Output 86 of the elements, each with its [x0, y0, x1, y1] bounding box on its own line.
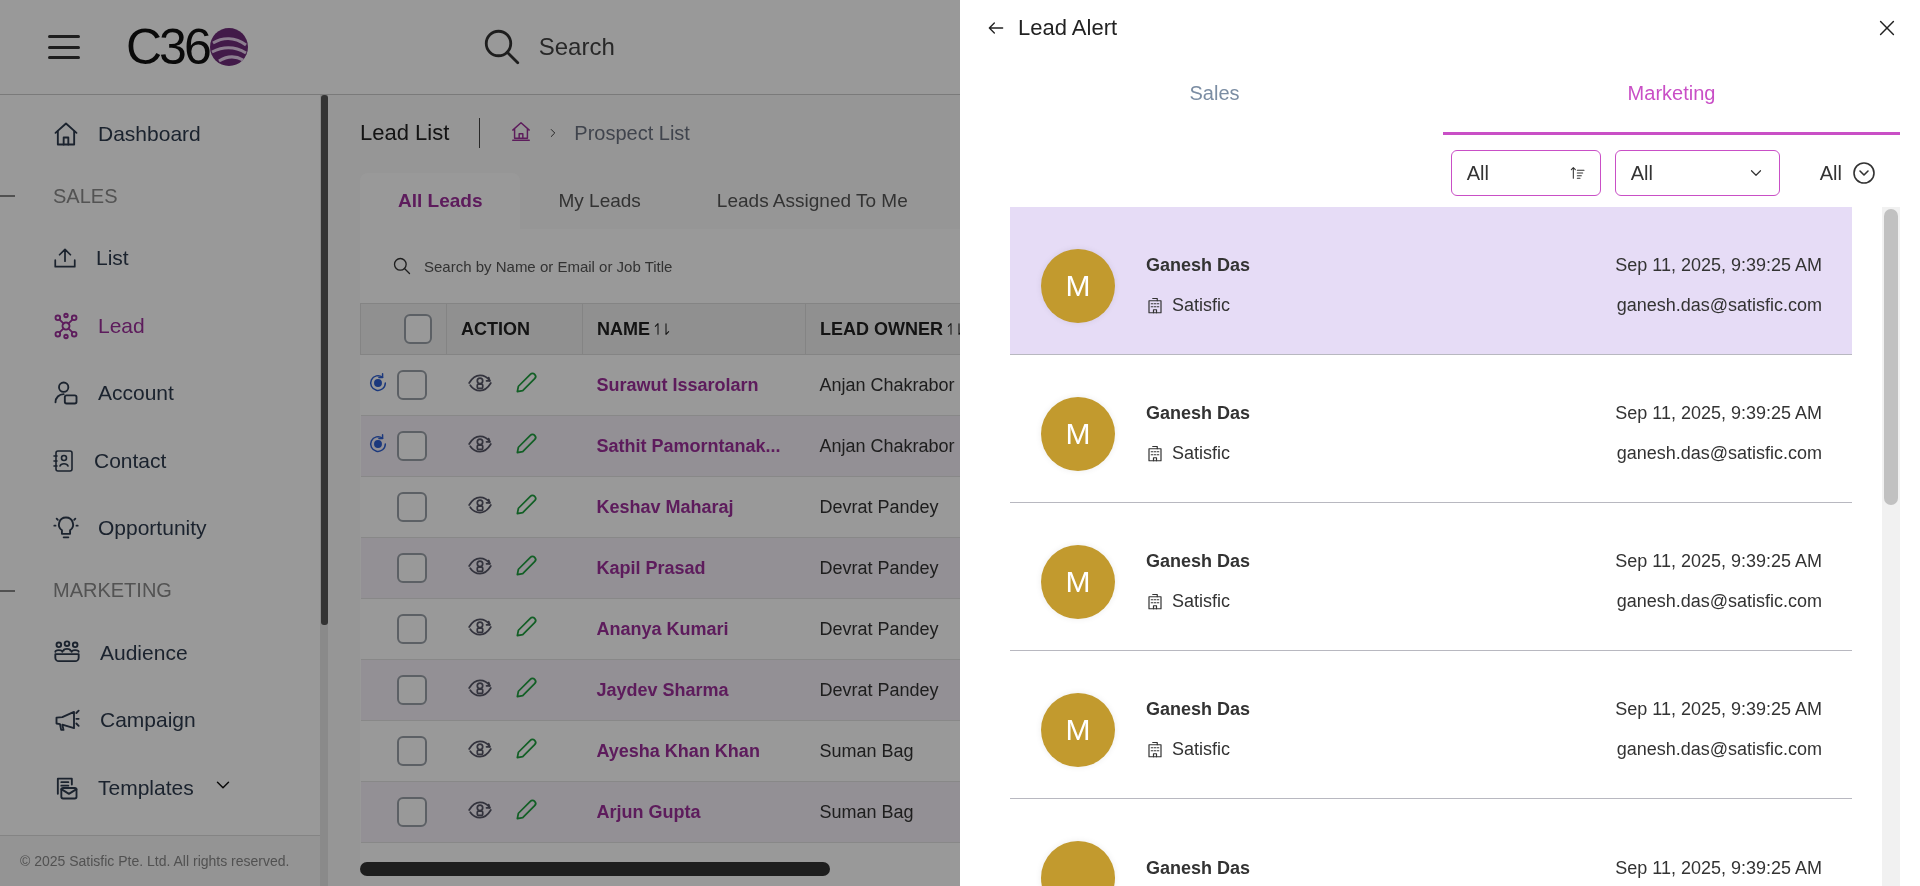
drawer-title: Lead Alert [1018, 14, 1118, 41]
checkbox[interactable] [396, 797, 427, 827]
lead-name-link[interactable]: Arjun Gupta [596, 801, 701, 822]
company-name: Satisfic [1172, 591, 1231, 612]
sidebar-item[interactable]: List [0, 224, 320, 292]
table-cell: Anjan Chakrabor [819, 374, 955, 395]
email-text: ganesh.das@satisfic.com [1615, 295, 1822, 316]
section-heading: SALES [53, 184, 118, 208]
home-icon [510, 120, 533, 142]
timestamp: Sep 11, 2025, 9:39:25 AM [1615, 551, 1822, 572]
scrollbar-thumb[interactable] [1884, 209, 1898, 505]
chevron-circle-down-icon [1852, 161, 1876, 185]
lead-name-link[interactable]: Ayesha Khan Khan [596, 740, 760, 761]
globe-logo-icon [208, 27, 249, 67]
lead-name: Ganesh Das [1146, 857, 1252, 879]
filter-dropdown[interactable]: All [1614, 150, 1780, 196]
tab[interactable]: Sales [986, 55, 1443, 135]
nav-icon [52, 311, 80, 340]
logo-text: C36 [126, 18, 209, 76]
scrollbar-thumb[interactable] [360, 862, 830, 876]
section-heading: MARKETING [53, 579, 172, 602]
avatar: M [1041, 544, 1115, 619]
table-cell: Devrat Pandey [819, 679, 939, 700]
search-field[interactable]: Search [536, 32, 741, 62]
search-icon [392, 256, 412, 276]
alert-card[interactable]: M Ganesh Das Sep 11, 2025, 9:39:25 AM Satisfic ganesh.das@satisfic.com [1010, 207, 1852, 355]
lead-name: Ganesh Das [1146, 403, 1252, 424]
table-cell: Suman Bag [819, 801, 914, 822]
column-header: ACTION [461, 318, 531, 340]
checkbox[interactable] [396, 614, 427, 644]
lead-name-link[interactable]: Keshav Maharaj [596, 496, 734, 517]
sidebar-item[interactable]: Lead [0, 292, 320, 360]
building-icon [1146, 592, 1164, 611]
sort-dropdown[interactable]: All [1450, 150, 1601, 196]
building-icon [1146, 740, 1164, 759]
lead-name: Ganesh Das [1146, 551, 1252, 572]
avatar: M [1041, 396, 1115, 471]
tab[interactable]: My Leads [520, 173, 679, 229]
table-cell: Suman Bag [819, 740, 914, 761]
sidebar-item[interactable]: Dashboard [0, 100, 320, 168]
email-text: ganesh.das@satisfic.com [1615, 591, 1822, 612]
lead-name-link[interactable]: Surawut Issarolarn [596, 374, 759, 395]
tab[interactable]: Marketing [1443, 55, 1900, 135]
checkbox[interactable] [396, 370, 427, 400]
avatar: M [1041, 248, 1115, 323]
timestamp: Sep 11, 2025, 9:39:25 AM [1615, 857, 1822, 879]
lead-name: Ganesh Das [1146, 255, 1252, 276]
filter-toggle[interactable]: All [1819, 161, 1876, 185]
company-name: Satisfic [1172, 739, 1231, 760]
sidebar-item[interactable]: Templates [0, 754, 320, 822]
sidebar-item[interactable]: Campaign [0, 686, 320, 754]
sidebar-item[interactable]: Contact [0, 427, 320, 495]
checkbox[interactable] [396, 431, 427, 461]
building-icon [1146, 296, 1164, 315]
copyright-text: © 2025 Satisfic Pte. Ltd. All rights reserved. [0, 835, 320, 886]
company-name: Satisfic [1172, 295, 1231, 316]
checkbox[interactable] [396, 553, 427, 583]
timestamp: Sep 11, 2025, 9:39:25 AM [1615, 403, 1822, 424]
checkbox[interactable] [396, 492, 427, 522]
lead-name-link[interactable]: Ananya Kumari [596, 618, 729, 639]
checkbox[interactable] [396, 675, 427, 705]
sidebar-item[interactable]: Opportunity [0, 494, 320, 562]
tab[interactable]: Leads Assigned To Me [678, 173, 946, 229]
sidebar-item[interactable]: Account [0, 359, 320, 427]
checkbox[interactable] [396, 736, 427, 766]
breadcrumb-link[interactable]: Prospect List [574, 121, 690, 145]
search-field[interactable]: Search by Name or Email or Job Title [422, 256, 726, 276]
building-icon [1146, 444, 1164, 463]
email-text: ganesh.das@satisfic.com [1615, 443, 1822, 464]
table-cell: Devrat Pandey [819, 496, 939, 517]
timestamp: Sep 11, 2025, 9:39:25 AM [1615, 699, 1822, 720]
table-cell: Anjan Chakrabor [819, 435, 955, 456]
timestamp: Sep 11, 2025, 9:39:25 AM [1615, 255, 1822, 276]
email-text: ganesh.das@satisfic.com [1615, 739, 1822, 760]
lead-name-link[interactable]: Kapil Prasad [596, 557, 706, 578]
table-cell: Devrat Pandey [819, 557, 939, 578]
page-title: Lead List [360, 120, 450, 146]
lead-name: Ganesh Das [1146, 699, 1252, 720]
scrollbar-thumb[interactable] [321, 95, 328, 625]
sidebar-item[interactable]: Audience [0, 619, 320, 687]
avatar: M [1041, 692, 1115, 767]
company-name: Satisfic [1172, 443, 1231, 464]
checkbox[interactable] [403, 314, 432, 344]
menu-icon[interactable] [48, 35, 80, 59]
table-cell: Devrat Pandey [819, 618, 939, 639]
sort-order-icon [1569, 165, 1586, 181]
